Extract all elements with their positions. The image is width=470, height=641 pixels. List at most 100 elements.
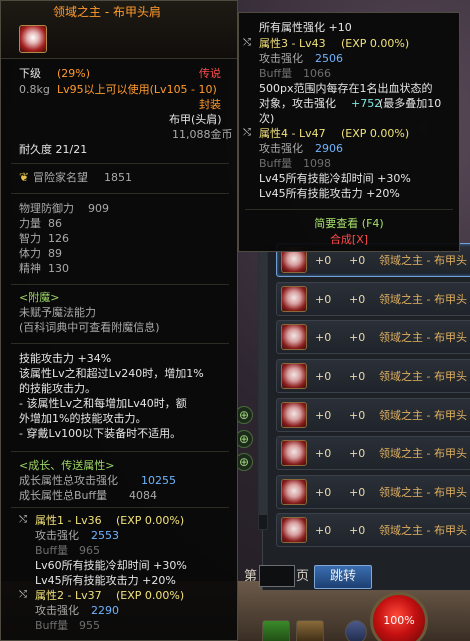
attr3-effect: (最多叠加10 [379,97,442,110]
enchant-none: 未赋予魔法能力 [19,306,96,319]
divider [11,343,229,344]
desc-line: - 该属性Lv之和每增加Lv40时，额 [19,397,187,410]
attr4-atk-label: 攻击强化 [259,142,303,155]
attr3-buff-value: 1066 [303,67,331,80]
item-amplify: +0 [349,369,366,383]
attr2-title: 属性2 - Lv37 [35,589,102,602]
attr2-buff-label: Buff量 [35,619,69,632]
item-thumbnail [281,402,307,428]
list-item[interactable]: +0 +0 领域之主 - 布甲头 [276,398,470,432]
item-thumbnail [281,363,307,389]
stat-name: 物理防御力 [19,202,74,215]
list-item[interactable]: +0 +0 领域之主 - 布甲头 [276,513,470,547]
list-scrollbar-thumb[interactable] [259,250,267,515]
item-thumbnail [281,517,307,543]
attr3-atk-label: 攻击强化 [259,52,303,65]
desc-line: 的技能攻击力。 [19,382,96,395]
item-amplify: +0 [349,446,366,460]
stat-value: 130 [48,262,69,275]
attr4-buff-value: 1098 [303,157,331,170]
attr3-buff-label: Buff量 [259,67,293,80]
stat-value: 126 [48,232,69,245]
link-icon: ⤭ [243,127,251,138]
item-amplify: +0 [349,485,366,499]
summary-view-button[interactable]: 简要查看 (F4) [239,216,459,231]
attr1-buff-label: Buff量 [35,544,69,557]
skill-slot-icon[interactable] [296,620,324,641]
synthesize-button[interactable]: 合成[X] [239,232,459,247]
pager: 第 页 跳转 [240,565,470,589]
item-grade: 下级 [19,67,41,80]
fame-value: 1851 [104,171,132,184]
fame-label: 冒险家名望 [33,171,88,184]
enchant-hint: (百科词典中可查看附魔信息) [19,321,160,334]
pager-suffix: 页 [296,569,310,584]
skill-slot-icon[interactable] [345,620,367,641]
list-item[interactable]: +0 +0 领域之主 - 布甲头 [276,436,470,470]
list-item[interactable]: +0 +0 领域之主 - 布甲头 [276,320,470,354]
attr1-atk-label: 攻击强化 [35,529,79,542]
attr3-exp: (EXP 0.00%) [341,37,410,50]
attr3-title: 属性3 - Lv43 [259,37,326,50]
attr2-buff-value: 955 [79,619,100,632]
attr4-buff-label: Buff量 [259,157,293,170]
item-thumbnail [281,440,307,466]
attr1-buff-value: 965 [79,544,100,557]
item-amplify: +0 [349,292,366,306]
attr4-exp: (EXP 0.00%) [341,127,410,140]
item-name: 领域之主 - 布甲头 [379,446,467,460]
hp-value: 100% [383,614,415,627]
attr4-effect: Lv45所有技能攻击力 +20% [259,187,400,200]
item-thumbnail [281,286,307,312]
page-number-input[interactable] [259,565,295,587]
item-rarity: 传说 [199,67,221,80]
growth-buff-value: 4084 [129,489,157,502]
jump-button[interactable]: 跳转 [314,565,372,589]
list-item[interactable]: +0 +0 领域之主 - 布甲头 [276,359,470,393]
growth-header: <成长、传送属性> [19,459,115,472]
stat-value: 909 [88,202,109,215]
list-item[interactable]: +0 +0 领域之主 - 布甲头 [276,475,470,509]
item-amplify: +0 [349,408,366,422]
item-amplify: +0 [349,253,366,267]
item-amplify: +0 [349,330,366,344]
stat-value: 86 [48,217,62,230]
skill-slot-icon[interactable] [262,620,290,641]
attr4-effect: Lv45所有技能冷却时间 +30% [259,172,411,185]
enchant-header: <附魔> [19,291,60,304]
item-slot: 布甲(头肩) [169,113,222,126]
growth-atk-value: 10255 [141,474,176,487]
item-thumbnail [281,479,307,505]
item-seal: 封装 [199,98,221,111]
item-reinforce: +0 [315,253,332,267]
item-thumbnail [281,324,307,350]
all-attr-boost: 所有属性强化 +10 [259,21,352,34]
item-name: 领域之主 - 布甲头 [379,408,467,422]
pager-prefix: 第 [244,569,258,584]
item-icon [19,25,47,53]
divider [11,451,229,452]
growth-buff-label: 成长属性总Buff量 [19,489,108,502]
stat-name: 体力 [19,247,41,260]
attr2-atk-label: 攻击强化 [35,604,79,617]
item-name: 领域之主 - 布甲头 [379,523,467,537]
item-grade-pct: (29%) [57,67,91,80]
attr1-exp: (EXP 0.00%) [116,514,185,527]
desc-line: 该属性Lv之和超过Lv240时，增加1% [19,367,204,380]
attr1-effect: Lv60所有技能冷却时间 +30% [35,559,187,572]
attr2-exp: (EXP 0.00%) [116,589,185,602]
attr1-effect: Lv45所有技能攻击力 +20% [35,574,176,587]
attr3-effect-value: +752 [351,97,382,110]
list-item[interactable]: +0 +0 领域之主 - 布甲头 [276,282,470,316]
attr2-atk-value: 2290 [91,604,119,617]
item-name: 领域之主 - 布甲头 [379,253,467,267]
divider [11,507,229,508]
growth-atk-label: 成长属性总攻击强化 [19,474,118,487]
item-tooltip: 领域之主 - 布甲头肩 下级 (29%) 传说 0.8kg Lv95以上可以使用… [0,0,238,641]
item-durability: 耐久度 21/21 [19,143,88,156]
item-amplify: +0 [349,523,366,537]
stat-name: 精神 [19,262,41,275]
divider [11,163,229,164]
link-icon: ⤭ [19,514,27,525]
divider [245,209,453,210]
